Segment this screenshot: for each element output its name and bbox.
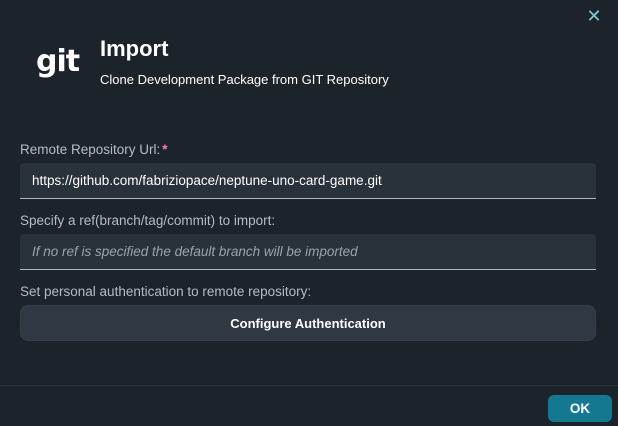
dialog-title: Import (100, 36, 169, 61)
dialog-subtitle: Clone Development Package from GIT Repos… (100, 72, 389, 87)
import-dialog: ✕ git Import Clone Development Package f… (0, 0, 618, 426)
required-marker: * (162, 142, 168, 157)
repo-url-label: Remote Repository Url: * (20, 141, 596, 159)
configure-authentication-button[interactable]: Configure Authentication (20, 305, 596, 341)
repo-url-input[interactable]: https://github.com/fabriziopace/neptune-… (20, 163, 596, 199)
auth-label: Set personal authentication to remote re… (20, 284, 312, 299)
import-form: Remote Repository Url: * https://github.c… (20, 141, 596, 341)
ref-input[interactable]: If no ref is specified the default branc… (20, 234, 596, 270)
dialog-header: git Import Clone Development Package fro… (36, 34, 389, 89)
close-icon[interactable]: ✕ (584, 6, 604, 26)
git-logo: git (36, 44, 80, 79)
ref-label: Specify a ref(branch/tag/commit) to impo… (20, 213, 276, 228)
dialog-footer: OK (0, 385, 618, 426)
ok-button[interactable]: OK (548, 395, 612, 422)
repo-url-label-text: Remote Repository Url: (20, 142, 161, 157)
header-text: Import Clone Development Package from GI… (100, 34, 389, 89)
